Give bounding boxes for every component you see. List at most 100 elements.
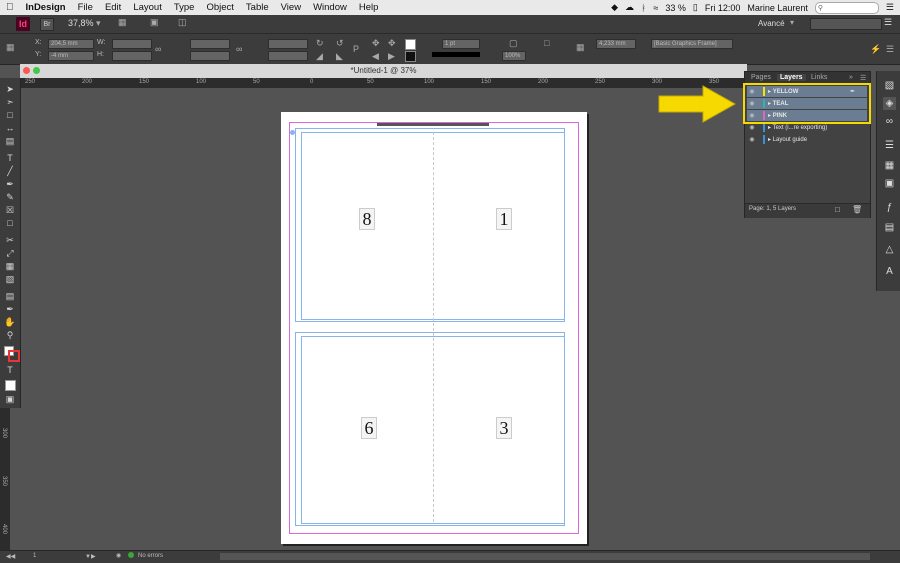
workspace-switcher[interactable]: Avancé <box>758 19 785 28</box>
workspace-chevron-icon[interactable]: ▾ <box>790 18 794 27</box>
x-field[interactable]: 204,5 mm <box>48 39 94 49</box>
direct-selection-icon[interactable]: ➣ <box>3 97 17 108</box>
fill-swatch[interactable] <box>405 39 416 50</box>
reference-point-icon[interactable]: ▦ <box>6 42 15 53</box>
menu-help[interactable]: Help <box>353 2 385 13</box>
selection-handle[interactable] <box>290 130 295 135</box>
rotate-field[interactable] <box>268 39 308 49</box>
shear-field[interactable] <box>268 51 308 61</box>
stroke-color-icon[interactable] <box>8 350 20 362</box>
select-next-icon[interactable]: ▶ <box>388 51 395 62</box>
cc-libraries-icon[interactable]: △ <box>883 243 896 256</box>
view-options-icon[interactable]: ▦ <box>118 17 127 28</box>
flip-horizontal-icon[interactable]: ◢ <box>316 51 323 62</box>
gap-tool-icon[interactable]: ↔ <box>3 123 17 134</box>
page-tool-icon[interactable]: □ <box>3 110 17 121</box>
effects-panel-icon[interactable]: ƒ <box>883 201 896 214</box>
user-name[interactable]: Marine Laurent <box>747 3 808 13</box>
help-search[interactable] <box>810 18 882 30</box>
paragraph-icon[interactable]: P <box>353 44 359 54</box>
zoom-level[interactable]: 37,8% <box>68 18 94 28</box>
panel-menu-icon[interactable]: ☰ <box>860 74 866 82</box>
eyedropper-icon[interactable]: ✒ <box>3 304 17 315</box>
gradient-feather-icon[interactable]: ▧ <box>3 274 17 285</box>
scale-y-field[interactable] <box>190 51 230 61</box>
select-previous-icon[interactable]: ◀ <box>372 51 379 62</box>
clock[interactable]: Fri 12:00 <box>705 3 741 13</box>
control-menu-icon[interactable]: ☰ <box>886 44 894 55</box>
effects-icon[interactable]: ▢ <box>509 38 518 49</box>
menu-table[interactable]: Table <box>240 2 275 13</box>
rectangle-frame-icon[interactable]: ☒ <box>3 205 17 216</box>
links-panel-icon[interactable]: ∞ <box>883 115 896 128</box>
preflight-icon[interactable]: ◉ <box>116 552 121 559</box>
rotate-icon[interactable]: ↻ <box>316 38 324 49</box>
pen-tool-icon[interactable]: ✒ <box>3 179 17 190</box>
corner-icon[interactable]: □ <box>544 38 549 48</box>
dropbox-icon[interactable]: ◆ <box>611 2 618 13</box>
layer-row-layout-guide[interactable]: ◉ ▸ Layout guide <box>747 134 867 145</box>
delete-layer-icon[interactable]: 🗑 <box>852 205 862 214</box>
eye-icon[interactable]: ◉ <box>747 136 757 143</box>
opacity-field[interactable]: 100% <box>502 51 526 61</box>
formatting-affects-icon[interactable]: T <box>3 365 17 376</box>
pages-panel-icon[interactable]: ▧ <box>883 79 896 92</box>
chevron-down-icon[interactable]: ▾ <box>96 18 101 29</box>
scale-x-field[interactable] <box>190 39 230 49</box>
tab-links[interactable]: Links <box>811 74 827 81</box>
width-field[interactable] <box>112 39 152 49</box>
apple-menu-icon[interactable]:  <box>0 2 20 13</box>
hand-tool-icon[interactable]: ✋ <box>3 317 17 328</box>
free-transform-icon[interactable]: ⤢ <box>3 248 17 259</box>
arrange-documents-icon[interactable]: ◫ <box>178 17 187 28</box>
app-menu[interactable]: InDesign <box>20 2 72 13</box>
text-wrap-icon[interactable]: ▤ <box>883 221 896 234</box>
content-collector-icon[interactable]: ▤ <box>3 136 17 147</box>
select-content-icon[interactable]: ✥ <box>388 38 396 49</box>
stroke-panel-icon[interactable]: ☰ <box>883 139 896 152</box>
height-field[interactable] <box>112 51 152 61</box>
page-field[interactable]: 1 <box>33 553 36 559</box>
select-container-icon[interactable]: ✥ <box>372 38 380 49</box>
lightning-icon[interactable]: ⚡ <box>870 44 881 55</box>
bluetooth-icon[interactable]: ᛓ <box>641 3 646 13</box>
stroke-type[interactable] <box>432 52 480 57</box>
note-tool-icon[interactable]: ▤ <box>3 291 17 302</box>
notification-icon[interactable]: ☰ <box>886 2 894 13</box>
next-page-icon[interactable]: ▼▶ <box>85 553 96 560</box>
link-icon[interactable]: ∞ <box>236 44 242 54</box>
close-window-button[interactable] <box>23 67 30 74</box>
rectangle-tool-icon[interactable]: □ <box>3 218 17 229</box>
gradient-swatch-icon[interactable]: ▦ <box>3 261 17 272</box>
dimension-field[interactable]: 4,233 mm <box>596 39 636 49</box>
rotate-ccw-icon[interactable]: ↺ <box>336 38 344 49</box>
screen-mode-tool-icon[interactable]: ▣ <box>3 394 17 405</box>
panel-menu-icon[interactable]: ☰ <box>884 17 892 28</box>
first-page-icon[interactable]: ◀◀ <box>6 553 15 560</box>
stroke-weight[interactable]: 1 pt <box>442 39 480 49</box>
panel-expand-icon[interactable]: » <box>849 74 853 81</box>
selected-top-frame[interactable] <box>377 123 489 126</box>
line-tool-icon[interactable]: ╱ <box>3 166 17 177</box>
menu-window[interactable]: Window <box>307 2 353 13</box>
wifi-icon[interactable]: ≈ <box>653 3 658 13</box>
cloud-icon[interactable]: ☁ <box>625 2 634 13</box>
y-field[interactable]: -4 mm <box>48 51 94 61</box>
tab-pages[interactable]: Pages <box>751 74 771 81</box>
menu-edit[interactable]: Edit <box>99 2 127 13</box>
menu-view[interactable]: View <box>275 2 307 13</box>
character-styles-icon[interactable]: A <box>883 265 896 278</box>
zoom-window-button[interactable] <box>33 67 40 74</box>
document-page[interactable]: 8 1 6 3 <box>281 112 587 544</box>
new-layer-icon[interactable]: □ <box>835 205 840 214</box>
layers-panel-icon[interactable]: ◈ <box>883 97 896 110</box>
stroke-swatch[interactable] <box>405 51 416 62</box>
swatches-panel-icon[interactable]: ▦ <box>883 159 896 172</box>
selection-tool-icon[interactable]: ➤ <box>3 84 17 95</box>
constrain-proportions-icon[interactable]: ∞ <box>155 44 161 54</box>
screen-mode-icon[interactable]: ▣ <box>150 17 159 28</box>
fit-frame-icon[interactable]: ▦ <box>576 42 585 53</box>
gradient-panel-icon[interactable]: ▣ <box>883 177 896 190</box>
scissors-tool-icon[interactable]: ✂ <box>3 235 17 246</box>
menu-layout[interactable]: Layout <box>127 2 168 13</box>
